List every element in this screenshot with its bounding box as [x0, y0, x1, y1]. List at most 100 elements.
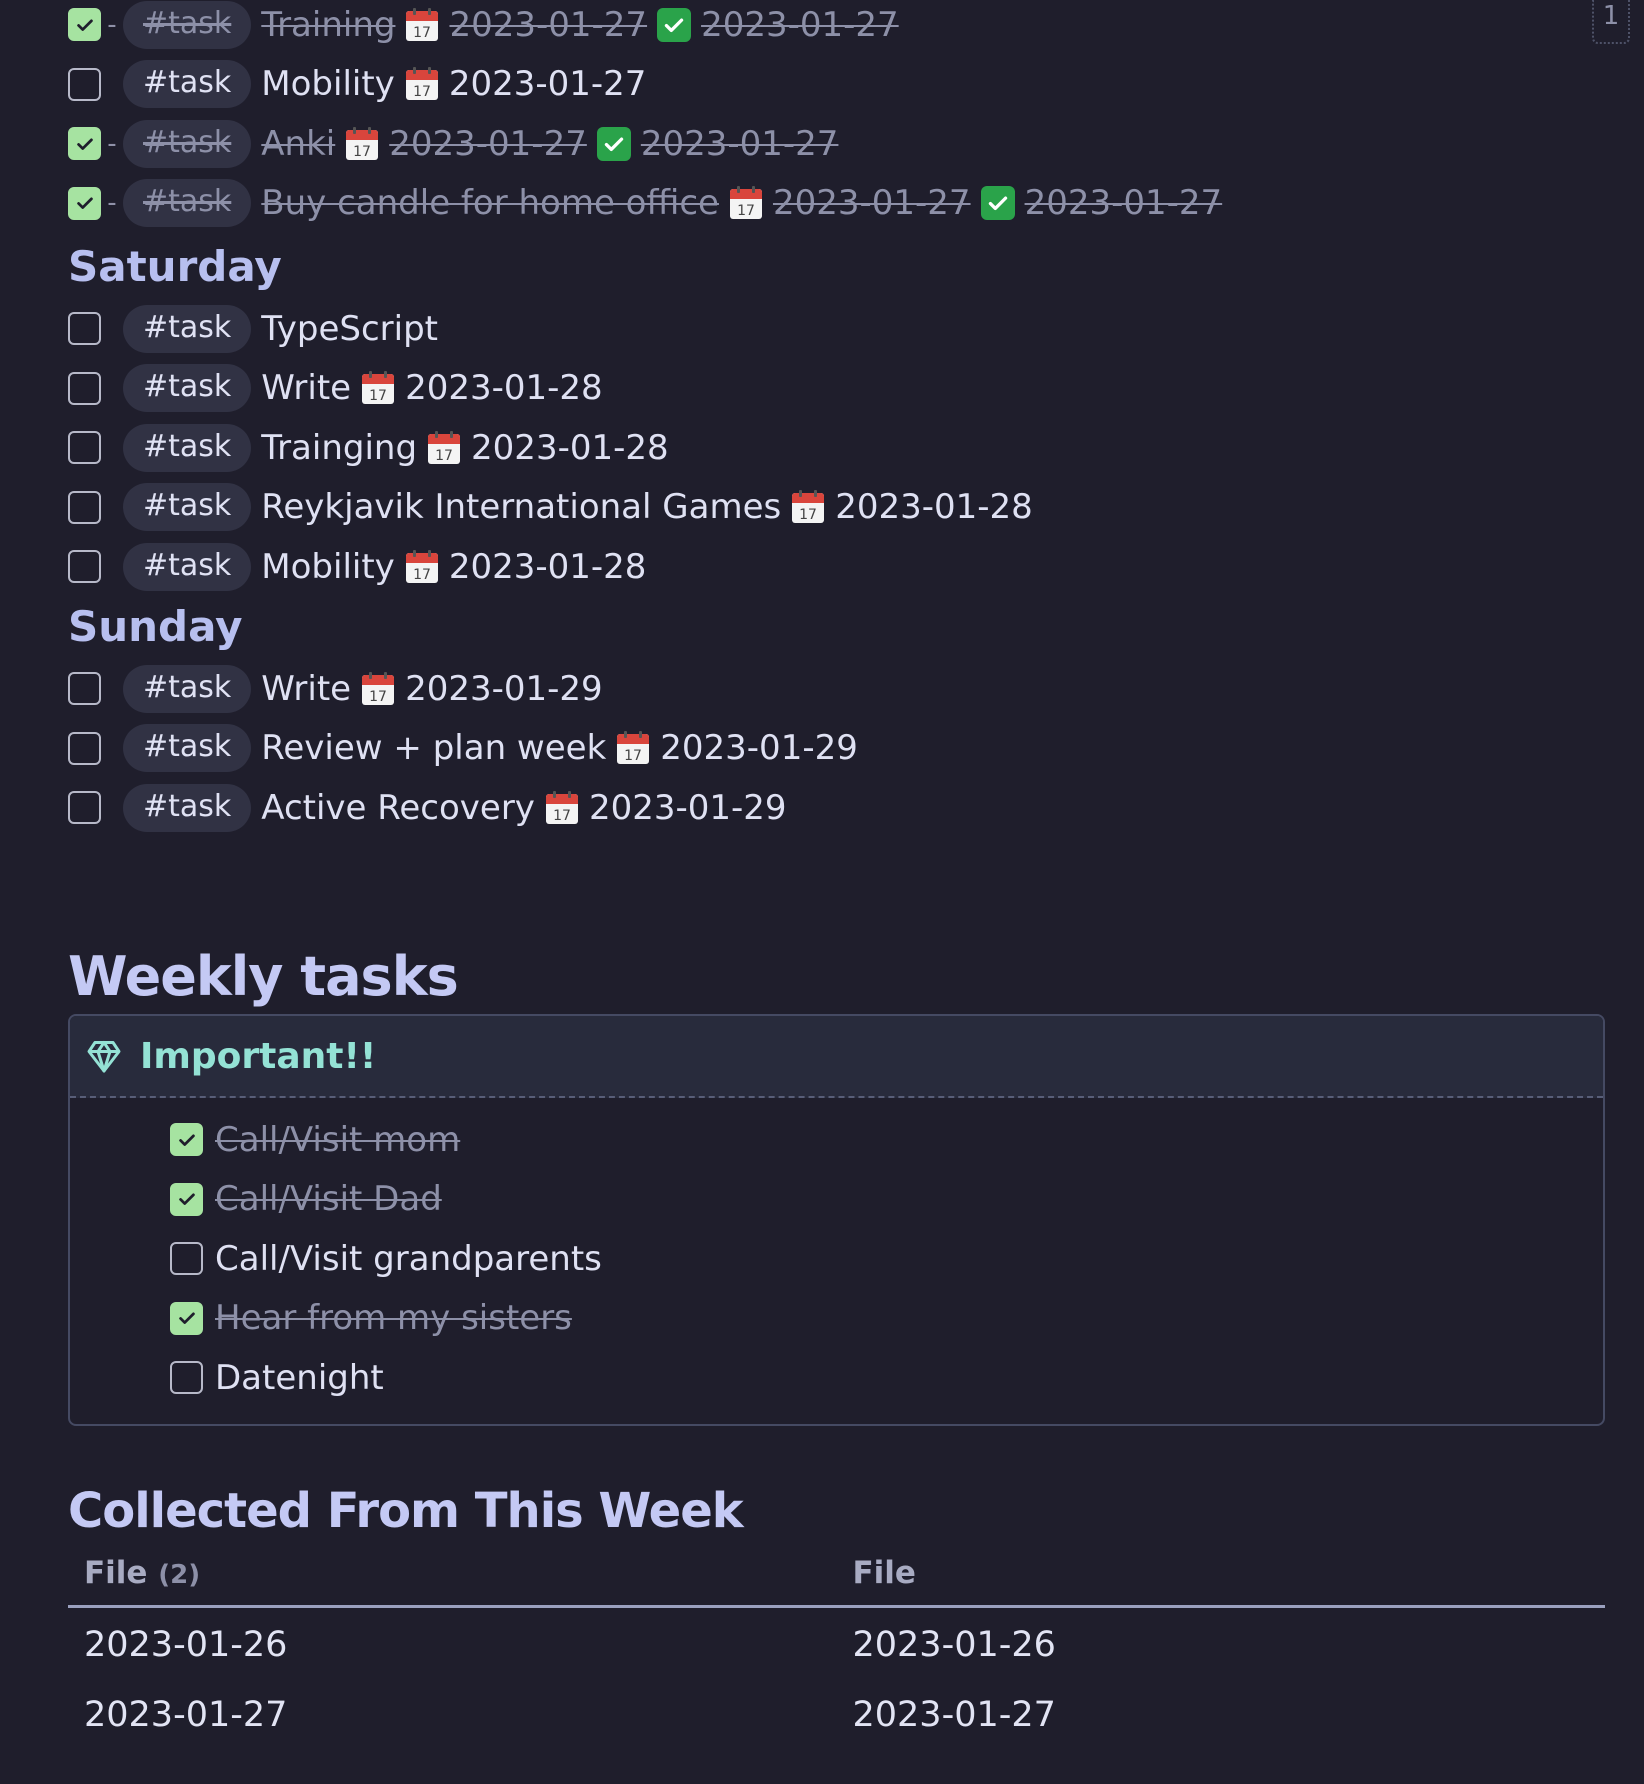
task-tag[interactable]: #task [123, 0, 252, 49]
task-checkbox[interactable] [170, 1301, 203, 1335]
task-title: Review + plan week [261, 728, 607, 769]
task-checkbox[interactable] [68, 431, 101, 465]
task-item: #task Reykjavik International Games 17 2023… [68, 478, 1033, 538]
task-checkbox[interactable] [170, 1242, 203, 1276]
svg-text:17: 17 [369, 388, 387, 404]
task-item: #task Trainging 17 2023-01-28 [68, 418, 1033, 478]
task-text: Anki 17 2023-01-27 2023-01-27 [261, 124, 838, 164]
collected-table-wrap: File (2) File 2023-01-26 2023-01-26 2023… [68, 1555, 1605, 1748]
task-item: #task Mobility 17 2023-01-28 [68, 537, 1033, 597]
task-text: Reykjavik International Games 17 2023-01-2… [261, 487, 1033, 527]
svg-text:17: 17 [413, 84, 431, 100]
task-title: Mobility [261, 546, 395, 587]
task-title: Call/Visit grandparents [215, 1238, 602, 1279]
svg-text:17: 17 [414, 25, 432, 41]
task-due-date: 2023-01-28 [471, 427, 669, 468]
task-item: Call/Visit mom [170, 1110, 1603, 1170]
task-checkbox[interactable] [68, 371, 101, 405]
task-title: Training [261, 4, 396, 45]
task-title: Buy candle for home office [261, 183, 719, 224]
calendar-icon: 17 [729, 186, 762, 220]
task-tag[interactable]: #task [123, 304, 252, 353]
task-title: Write [261, 368, 352, 409]
task-checkbox[interactable] [68, 127, 101, 161]
svg-text:17: 17 [413, 567, 431, 583]
task-text: Buy candle for home office 17 2023-01-27 20… [261, 183, 1222, 223]
task-item: Hear from my sisters [170, 1289, 1603, 1349]
task-tag[interactable]: #task [123, 542, 252, 591]
task-item: #task Review + plan week 17 2023-01-29 [68, 719, 858, 779]
calendar-icon: 17 [362, 671, 395, 705]
task-tag[interactable]: #task [123, 423, 252, 472]
task-text: Write 17 2023-01-28 [261, 368, 602, 408]
calendar-icon: 17 [362, 371, 395, 405]
calendar-icon: 17 [428, 430, 461, 464]
task-checkbox[interactable] [68, 67, 101, 101]
task-checkbox[interactable] [68, 186, 101, 220]
svg-text:17: 17 [624, 748, 642, 764]
task-checkbox[interactable] [68, 312, 101, 346]
task-tag[interactable]: #task [123, 119, 252, 168]
task-checkbox[interactable] [68, 550, 101, 584]
table-cell-link[interactable]: 2023-01-27 [837, 1678, 1606, 1748]
column-header-file[interactable]: File (2) [68, 1555, 837, 1608]
task-text: Write 17 2023-01-29 [261, 669, 602, 709]
collected-heading: Collected From This Week [68, 1483, 744, 1539]
task-text: Training 17 2023-01-27 2023-01-27 [261, 5, 898, 45]
important-callout: Important!! Call/Visit mom Call/Visit Dad… [68, 1014, 1605, 1426]
calendar-icon: 17 [792, 490, 825, 524]
task-checkbox[interactable] [170, 1182, 203, 1216]
task-due-date: 2023-01-29 [660, 728, 858, 769]
task-title: Write [261, 668, 352, 709]
column-header-count: (2) [158, 1560, 201, 1590]
task-tag[interactable]: #task [123, 179, 252, 228]
task-item: Datenight [170, 1348, 1603, 1408]
check-mark-icon [657, 7, 692, 42]
task-item: #task TypeScript [68, 299, 1033, 359]
svg-text:17: 17 [737, 203, 755, 219]
task-checkbox[interactable] [68, 791, 101, 825]
table-cell-link[interactable]: 2023-01-26 [68, 1607, 837, 1679]
task-checkbox[interactable] [170, 1123, 203, 1157]
task-due-date: 2023-01-27 [772, 183, 971, 224]
svg-text:17: 17 [799, 507, 817, 523]
task-due-date: 2023-01-27 [448, 64, 647, 105]
task-tag[interactable]: #task [123, 364, 252, 413]
calendar-icon: 17 [405, 549, 438, 583]
task-item: Call/Visit grandparents [170, 1229, 1603, 1289]
task-checkbox[interactable] [170, 1361, 203, 1395]
task-text: Trainging 17 2023-01-28 [261, 428, 668, 468]
table-cell-link[interactable]: 2023-01-27 [68, 1678, 837, 1748]
task-checkbox[interactable] [68, 8, 101, 42]
list-dash: - [107, 9, 117, 40]
callout-header[interactable]: Important!! [70, 1016, 1603, 1098]
task-text: Call/Visit grandparents [215, 1239, 602, 1279]
friday-task-list: - #task Training 17 2023-01-27 2023-01-27 #tas… [68, 0, 1222, 233]
task-text: Active Recovery 17 2023-01-29 [261, 788, 786, 828]
task-title: Trainging [261, 427, 418, 468]
table-cell-link[interactable]: 2023-01-26 [837, 1607, 1606, 1679]
task-item: #task Write 17 2023-01-28 [68, 359, 1033, 419]
task-due-date: 2023-01-29 [405, 668, 603, 709]
task-tag[interactable]: #task [123, 664, 252, 713]
calendar-icon: 17 [405, 67, 438, 101]
calendar-icon: 17 [545, 790, 578, 824]
list-dash: - [107, 188, 117, 219]
task-text: Hear from my sisters [215, 1298, 572, 1338]
collected-table: File (2) File 2023-01-26 2023-01-26 2023… [68, 1555, 1605, 1748]
column-header-label: File [852, 1555, 916, 1591]
task-tag[interactable]: #task [123, 783, 252, 832]
task-tag[interactable]: #task [123, 483, 252, 532]
task-title: Datenight [215, 1357, 384, 1398]
column-header-file-2[interactable]: File [836, 1555, 1605, 1608]
task-title: Anki [261, 123, 336, 164]
task-tag[interactable]: #task [123, 60, 252, 109]
table-row: 2023-01-26 2023-01-26 [68, 1607, 1605, 1679]
task-checkbox[interactable] [68, 490, 101, 524]
task-tag[interactable]: #task [123, 724, 252, 773]
svg-text:17: 17 [553, 808, 571, 824]
task-title: Hear from my sisters [215, 1298, 572, 1339]
task-checkbox[interactable] [68, 731, 101, 765]
task-checkbox[interactable] [68, 672, 101, 706]
list-dash: - [107, 128, 117, 159]
